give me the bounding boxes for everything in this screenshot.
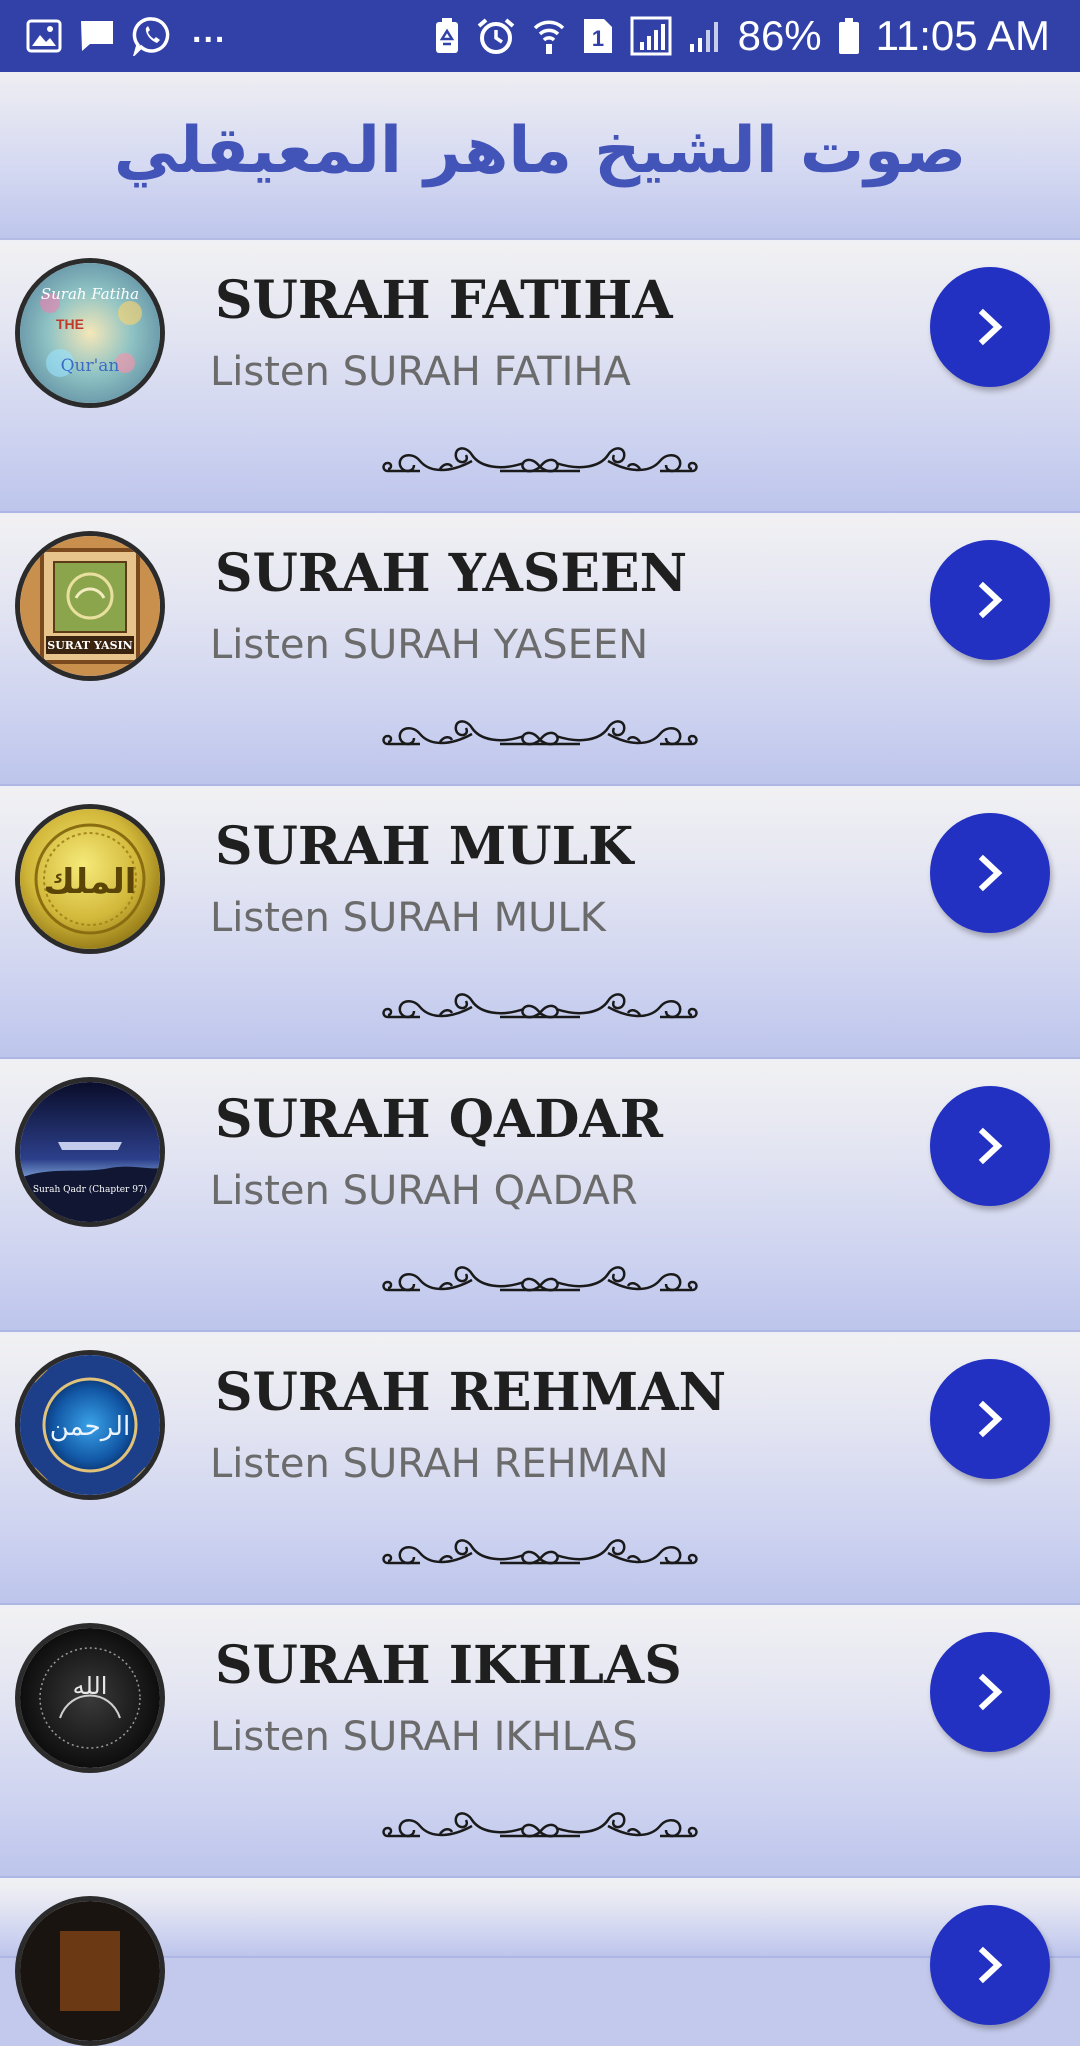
list-item[interactable]: SURAT YASIN SURAH YASEEN Listen SURAH YA… [0, 513, 1080, 786]
signal-icon [630, 16, 672, 56]
list-item[interactable]: Surah Fatiha THE Qur'an SURAH FATIHA Lis… [0, 240, 1080, 513]
chevron-right-icon [978, 1673, 1003, 1711]
surah-mulk-thumbnail: الملك [15, 804, 165, 954]
surah-ikhlas-thumbnail: الله [15, 1623, 165, 1773]
status-bar-system: 1 86% 11:05 AM [434, 12, 1050, 60]
surah-subtitle: Listen SURAH REHMAN [210, 1441, 669, 1487]
surah-subtitle: Listen SURAH YASEEN [210, 622, 649, 668]
status-time: 11:05 AM [875, 12, 1050, 59]
list-item[interactable]: Surah Qadr (Chapter 97) SURAH QADAR List… [0, 1059, 1080, 1332]
surah-title: SURAH MULK [215, 816, 634, 877]
wifi-icon [532, 16, 566, 56]
surah-list: Surah Fatiha THE Qur'an SURAH FATIHA Lis… [0, 240, 1080, 2046]
open-surah-button[interactable] [930, 1632, 1050, 1752]
page-title: صوت الشيخ ماهر المعيقلي [113, 114, 967, 188]
surah-yaseen-thumbnail: SURAT YASIN [15, 531, 165, 681]
signal-2-icon [688, 16, 722, 56]
surah-title: SURAH IKHLAS [215, 1635, 682, 1696]
surah-title: SURAH QADAR [215, 1089, 663, 1150]
chevron-right-icon [978, 1946, 1003, 1984]
whatsapp-icon [132, 16, 172, 56]
open-surah-button[interactable] [930, 267, 1050, 387]
list-item-partial[interactable] [0, 1878, 1080, 2046]
chevron-right-icon [978, 1127, 1003, 1165]
surah-subtitle: Listen SURAH MULK [210, 895, 606, 941]
more-notifications: ... [192, 11, 227, 50]
chevron-right-icon [978, 854, 1003, 892]
list-item[interactable]: الملك SURAH MULK Listen SURAH MULK [0, 786, 1080, 1059]
list-item[interactable]: الرحمن SURAH REHMAN Listen SURAH REHMAN [0, 1332, 1080, 1605]
chevron-right-icon [978, 308, 1003, 346]
divider-ornament [380, 979, 700, 1025]
svg-text:الرحمن: الرحمن [50, 1412, 130, 1442]
svg-text:Surah Fatiha: Surah Fatiha [41, 285, 139, 303]
svg-text:THE: THE [56, 316, 84, 332]
divider-ornament [380, 1252, 700, 1298]
battery-percent: 86% [737, 12, 822, 59]
open-surah-button[interactable] [930, 1086, 1050, 1206]
battery-saver-icon [434, 16, 460, 56]
surah-subtitle: Listen SURAH FATIHA [210, 349, 631, 395]
surah-rehman-thumbnail: الرحمن [15, 1350, 165, 1500]
svg-text:SURAT YASIN: SURAT YASIN [47, 639, 132, 652]
surah-title: SURAH FATIHA [215, 270, 673, 331]
image-icon [26, 16, 62, 56]
list-item-thumbnail [15, 1896, 165, 2046]
alarm-icon [476, 16, 516, 56]
status-bar: ... 1 86% 11:05 AM [0, 0, 1080, 72]
surah-subtitle: Listen SURAH QADAR [210, 1168, 638, 1214]
surah-title: SURAH YASEEN [215, 543, 688, 604]
surah-subtitle: Listen SURAH IKHLAS [210, 1714, 638, 1760]
svg-text:الملك: الملك [44, 862, 137, 902]
surah-title: SURAH REHMAN [215, 1362, 727, 1423]
app-header: صوت الشيخ ماهر المعيقلي [0, 72, 1080, 240]
divider-ornament [380, 1798, 700, 1844]
svg-text:1: 1 [591, 26, 603, 51]
open-surah-button[interactable] [930, 1905, 1050, 2025]
divider-ornament [380, 706, 700, 752]
open-surah-button[interactable] [930, 813, 1050, 933]
divider-ornament [380, 1525, 700, 1571]
svg-text:Surah Qadr (Chapter 97): Surah Qadr (Chapter 97) [33, 1184, 147, 1195]
sim-1-icon: 1 [582, 16, 614, 56]
open-surah-button[interactable] [930, 540, 1050, 660]
divider-ornament [380, 433, 700, 479]
message-icon [78, 16, 116, 56]
chevron-right-icon [978, 581, 1003, 619]
battery-icon [838, 16, 860, 56]
chevron-right-icon [978, 1400, 1003, 1438]
list-item[interactable]: الله SURAH IKHLAS Listen SURAH IKHLAS [0, 1605, 1080, 1878]
svg-text:Qur'an: Qur'an [61, 356, 120, 376]
surah-qadar-thumbnail: Surah Qadr (Chapter 97) [15, 1077, 165, 1227]
open-surah-button[interactable] [930, 1359, 1050, 1479]
status-bar-notifications: ... [26, 12, 226, 56]
svg-text:الله: الله [73, 1672, 108, 1700]
surah-fatiha-thumbnail: Surah Fatiha THE Qur'an [15, 258, 165, 408]
